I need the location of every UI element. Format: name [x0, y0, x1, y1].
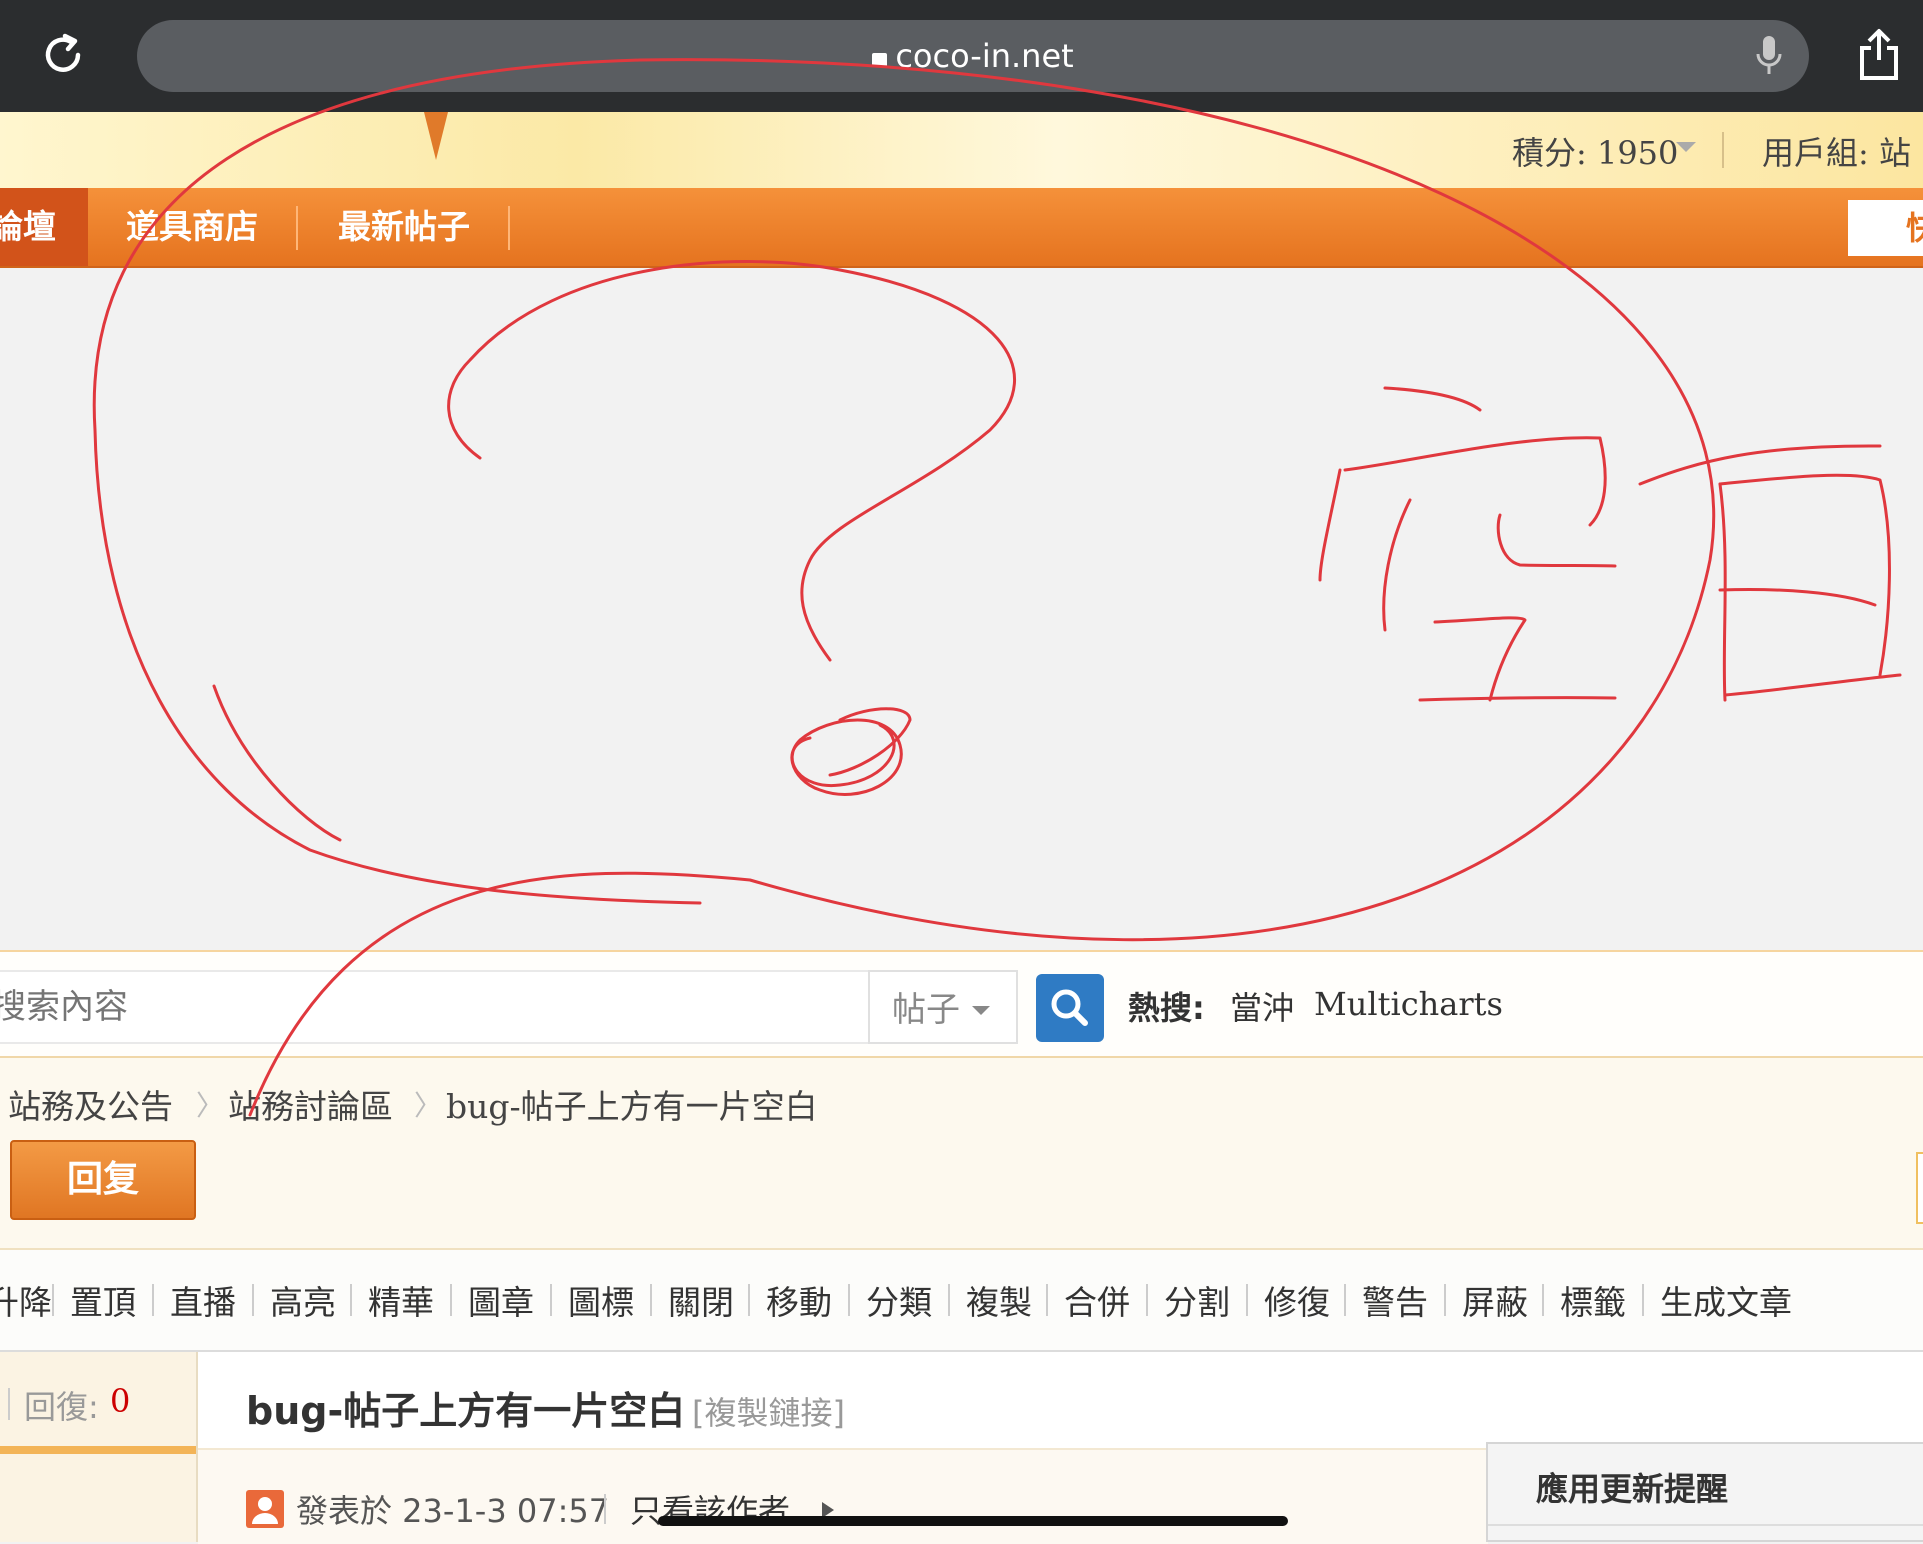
mod-action-divider [948, 1284, 950, 1316]
header-divider [1722, 132, 1724, 168]
search-button[interactable] [1036, 974, 1104, 1042]
search-type-label: 帖子 [892, 990, 960, 1030]
copy-link[interactable]: [複製鏈接] [692, 1388, 845, 1434]
mod-action-divider [52, 1284, 54, 1316]
mod-action-button[interactable]: 移動 [766, 1276, 832, 1324]
mod-action-divider [1246, 1284, 1248, 1316]
mod-action-divider [152, 1284, 154, 1316]
url-text: coco-in.net [137, 20, 1809, 92]
mod-action-button[interactable]: 置頂 [70, 1276, 136, 1324]
thread-title: bug-帖子上方有一片空白 [246, 1389, 686, 1433]
chevron-down-icon [972, 1006, 990, 1015]
reload-icon[interactable] [38, 30, 88, 80]
mod-action-button[interactable]: 升降 [0, 1276, 52, 1324]
user-avatar-icon [246, 1490, 284, 1528]
hot-search-label: 熱搜: [1128, 989, 1205, 1027]
logo-fragment-icon [424, 112, 448, 160]
mod-action-divider [350, 1284, 352, 1316]
mod-action-button[interactable]: 分類 [866, 1276, 932, 1324]
mod-action-divider [848, 1284, 850, 1316]
mod-action-divider [1542, 1284, 1544, 1316]
mod-action-button[interactable]: 分割 [1164, 1276, 1230, 1324]
mod-action-button[interactable]: 直播 [170, 1276, 236, 1324]
mod-action-button[interactable]: 修復 [1264, 1276, 1330, 1324]
microphone-icon[interactable] [1755, 34, 1783, 76]
blank-area [0, 268, 1923, 950]
mod-action-button[interactable]: 生成文章 [1660, 1276, 1792, 1324]
nav-item-shop[interactable]: 道具商店 [126, 188, 258, 266]
nav-item-latest[interactable]: 最新帖子 [338, 188, 470, 266]
mod-action-divider [1344, 1284, 1346, 1316]
mod-action-divider [1642, 1284, 1644, 1316]
mod-action-divider [252, 1284, 254, 1316]
search-icon [1051, 989, 1088, 1026]
partial-button[interactable] [1916, 1152, 1923, 1224]
breadcrumb-item[interactable]: 站務及公告 [8, 1080, 173, 1128]
address-bar[interactable]: coco-in.net [137, 20, 1809, 92]
mod-action-divider [1146, 1284, 1148, 1316]
mod-action-divider [550, 1284, 552, 1316]
mod-action-button[interactable]: 複製 [966, 1276, 1032, 1324]
mod-action-button[interactable]: 圖標 [568, 1276, 634, 1324]
nav-item-forum-label: 論壇 [0, 207, 56, 246]
url-label: coco-in.net [895, 37, 1074, 75]
mod-action-button[interactable]: 屏蔽 [1462, 1276, 1528, 1324]
mod-action-button[interactable]: 高亮 [270, 1276, 336, 1324]
breadcrumb-item[interactable]: 站務討論區 [228, 1080, 393, 1128]
mod-action-button[interactable]: 警告 [1362, 1276, 1428, 1324]
post-timestamp: 發表於 23-1-3 07:57 [296, 1492, 610, 1530]
mod-action-divider [650, 1284, 652, 1316]
nav-divider [508, 206, 510, 250]
lock-icon [872, 53, 888, 67]
mod-action-divider [1046, 1284, 1048, 1316]
user-points[interactable]: 積分: 1950 [1512, 128, 1678, 174]
share-icon[interactable] [1857, 28, 1901, 80]
stats-divider [0, 1446, 196, 1454]
stats-separator [8, 1388, 10, 1420]
breadcrumb-separator-icon: 〉 [414, 1089, 443, 1122]
mod-action-button[interactable]: 精華 [368, 1276, 434, 1324]
update-notice-divider [1488, 1524, 1923, 1526]
update-notice-title: 應用更新提醒 [1536, 1470, 1729, 1508]
mod-action-button[interactable]: 合併 [1064, 1276, 1130, 1324]
person-icon [252, 1497, 278, 1524]
main-nav [0, 188, 1923, 268]
mod-action-divider [1444, 1284, 1446, 1316]
reply-count-label: 回復: [24, 1388, 99, 1426]
mod-action-divider [748, 1284, 750, 1316]
chevron-down-icon[interactable] [1676, 142, 1696, 154]
mod-action-divider [450, 1284, 452, 1316]
meta-separator [604, 1494, 606, 1524]
user-group: 用戶組: 站 [1762, 134, 1911, 172]
hot-search-term[interactable]: Multicharts [1314, 985, 1503, 1023]
quick-nav-button[interactable]: 快 [1848, 200, 1923, 256]
mod-action-button[interactable]: 關閉 [668, 1276, 734, 1324]
mod-action-button[interactable]: 圖章 [468, 1276, 534, 1324]
mod-action-button[interactable]: 標籤 [1560, 1276, 1626, 1324]
reply-button[interactable]: 回复 [10, 1140, 196, 1220]
hot-search-term[interactable]: 當沖 [1230, 983, 1294, 1029]
nav-divider [296, 206, 298, 250]
nav-item-forum[interactable]: 論壇 [0, 188, 88, 266]
search-input[interactable] [0, 970, 870, 1044]
breadcrumb-current: bug-帖子上方有一片空白 [446, 1087, 818, 1126]
home-indicator[interactable] [658, 1516, 1288, 1526]
breadcrumb-separator-icon: 〉 [196, 1089, 225, 1122]
reply-count: 0 [110, 1382, 131, 1420]
